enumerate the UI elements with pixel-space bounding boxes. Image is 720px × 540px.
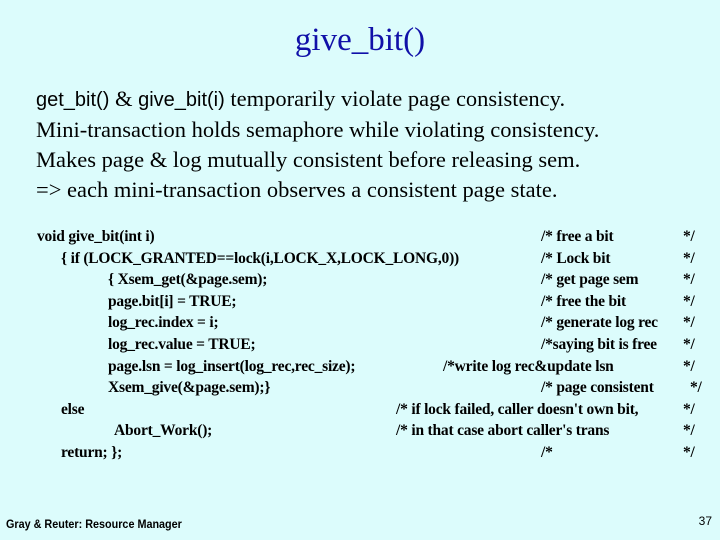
code-text: void give_bit(int i): [37, 228, 155, 245]
code-text: Xsem_give(&page.sem);}: [108, 379, 271, 397]
code-line: log_rec.value = TRUE; /*saying bit is fr…: [0, 334, 720, 356]
code-line: { if (LOCK_GRANTED==lock(i,LOCK_X,LOCK_L…: [0, 248, 720, 270]
code-text: log_rec.value = TRUE;: [108, 335, 256, 353]
comment-end: */: [683, 443, 695, 461]
code-text: { if (LOCK_GRANTED==lock(i,LOCK_X,LOCK_L…: [61, 249, 460, 267]
bullet-text: temporarily violate page consistency.: [224, 86, 566, 111]
code-text: else: [61, 400, 85, 418]
comment-end: */: [683, 228, 695, 245]
code-line: return; }; /* */: [0, 442, 720, 464]
comment-end: */: [683, 335, 695, 353]
code-line: page.bit[i] = TRUE; /* free the bit */: [0, 291, 720, 313]
comment-end: */: [683, 357, 695, 375]
code-comment: /*write log rec&update lsn: [443, 357, 614, 375]
page-number: 37: [698, 514, 712, 528]
code-line: else /* if lock failed, caller doesn't o…: [0, 399, 720, 421]
code-text: log_rec.index = i;: [108, 314, 219, 332]
comment-end: */: [683, 422, 695, 440]
code-comment: /* in that case abort caller's trans: [396, 422, 610, 440]
code-comment: /* generate log rec: [541, 314, 658, 332]
code-text: page.lsn = log_insert(log_rec,rec_size);: [108, 357, 356, 375]
comment-end: */: [683, 314, 695, 332]
bullet-list: get_bit() & give_bit(i) temporarily viol…: [36, 84, 599, 205]
code-text: { Xsem_get(&page.sem);: [108, 271, 268, 289]
bullet-line-1: get_bit() & give_bit(i) temporarily viol…: [36, 84, 599, 115]
code-line: void give_bit(int i) /* free a bit */: [0, 226, 720, 248]
comment-end: */: [683, 249, 695, 267]
code-text: page.bit[i] = TRUE;: [108, 292, 237, 310]
code-comment: /*saying bit is free: [541, 335, 657, 353]
code-line: log_rec.index = i; /* generate log rec *…: [0, 312, 720, 334]
function-name: give_bit: [68, 228, 120, 245]
ampersand: &: [114, 86, 139, 111]
code-comment: /* free the bit: [541, 292, 626, 310]
code-comment: /* free a bit: [541, 228, 614, 245]
bullet-line-3: Makes page & log mutually consistent bef…: [36, 147, 581, 172]
code-text: Abort_Work();: [114, 422, 213, 440]
code-line: page.lsn = log_insert(log_rec,rec_size);…: [0, 356, 720, 378]
code-comment: /* get page sem: [541, 271, 639, 289]
bullet-line-2: Mini-transaction holds semaphore while v…: [36, 117, 600, 142]
code-text: return; };: [61, 443, 123, 461]
code-ref-get-bit: get_bit(): [36, 89, 115, 111]
code-block: void give_bit(int i) /* free a bit */ { …: [0, 226, 720, 464]
comment-end: */: [683, 292, 695, 310]
code-comment: /*: [541, 443, 553, 461]
footer-text: Gray & Reuter: Resource Manager: [6, 517, 182, 531]
code-comment: /* page consistent: [541, 379, 654, 397]
comment-end: */: [690, 379, 702, 397]
code-line: { Xsem_get(&page.sem); /* get page sem *…: [0, 269, 720, 291]
code-comment: /* Lock bit: [541, 249, 611, 267]
code-line: Abort_Work(); /* in that case abort call…: [0, 420, 720, 442]
code-ref-give-bit: give_bit(i): [138, 89, 225, 111]
bullet-line-4: => each mini-transaction observes a cons…: [36, 177, 558, 202]
code-comment: /* if lock failed, caller doesn't own bi…: [396, 400, 639, 418]
comment-end: */: [683, 400, 695, 418]
comment-end: */: [683, 271, 695, 289]
code-line: Xsem_give(&page.sem);} /* page consisten…: [0, 377, 720, 399]
slide-title: give_bit(): [294, 22, 426, 58]
